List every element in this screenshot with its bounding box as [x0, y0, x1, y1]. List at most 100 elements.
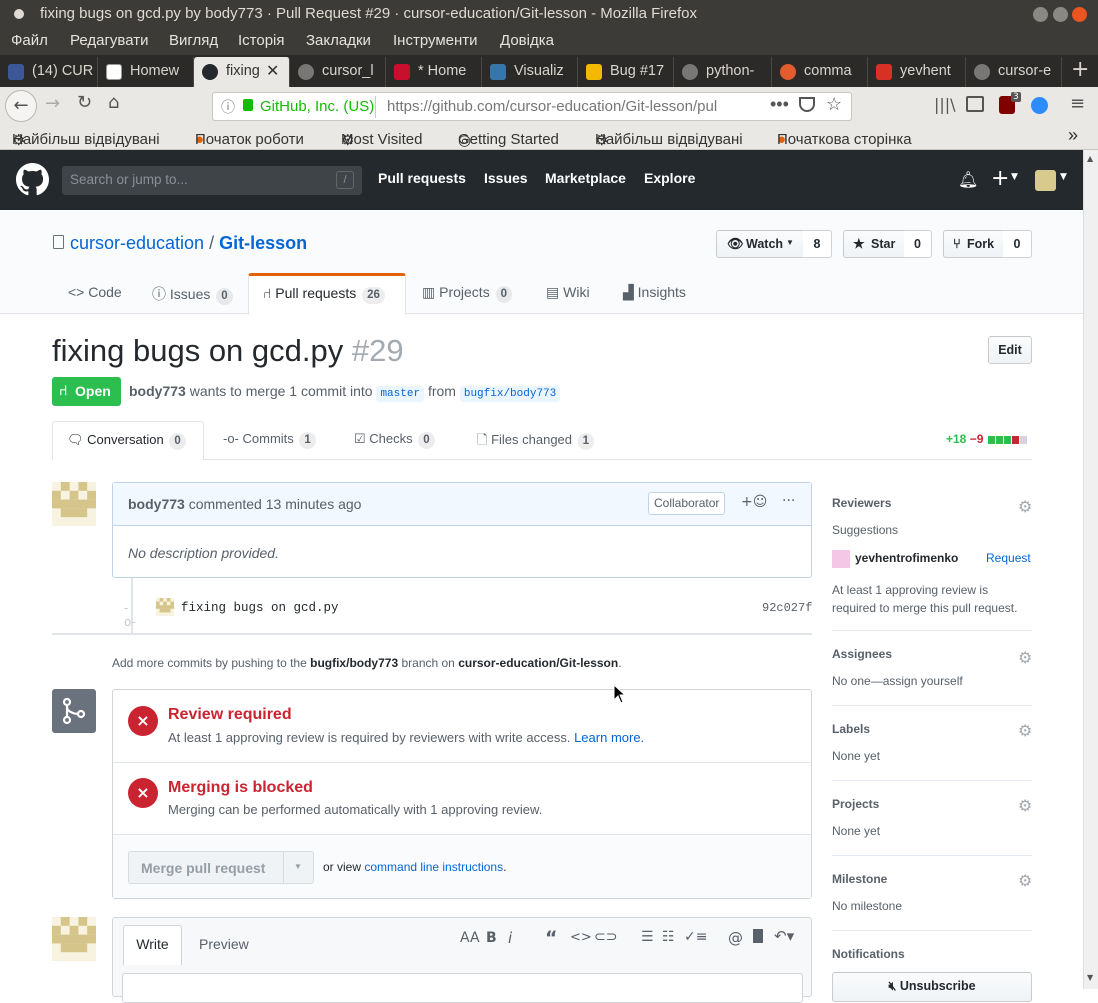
star-button[interactable]: ★ Star — [843, 230, 905, 258]
request-review-link[interactable]: Request — [986, 551, 1031, 565]
quote-icon[interactable]: “ — [545, 927, 558, 949]
learn-more-link[interactable]: Learn more. — [574, 730, 644, 745]
tab-issues[interactable]: ⓘ Issues 0 — [152, 284, 233, 305]
gear-icon[interactable]: ⚙ — [1018, 648, 1032, 667]
info-icon[interactable]: ⓘ — [221, 97, 235, 117]
author-avatar[interactable] — [52, 482, 96, 526]
nav-pull-requests[interactable]: Pull requests — [378, 170, 466, 186]
cli-instructions-link[interactable]: command line instructions — [364, 860, 503, 874]
suggested-reviewer[interactable]: yevhentrofimenko — [855, 551, 958, 565]
hamburger-menu-icon[interactable]: ≡ — [1070, 93, 1085, 114]
menu-tools[interactable]: Інструменти — [393, 32, 478, 49]
tab-insights[interactable]: ▟ Insights — [623, 284, 686, 301]
merge-pull-request-button[interactable]: Merge pull request ▼ — [128, 851, 314, 884]
tab-conversation[interactable]: 🗨︎ Conversation 0 — [52, 421, 204, 460]
commit-avatar[interactable] — [156, 598, 174, 616]
comment-time[interactable]: commented 13 minutes ago — [189, 496, 362, 512]
gear-icon[interactable]: ⚙ — [1018, 497, 1032, 516]
base-branch[interactable]: master — [376, 386, 425, 402]
menu-bookmarks[interactable]: Закладки — [306, 32, 371, 49]
browser-tab[interactable]: yevhent — [868, 57, 966, 87]
preview-tab[interactable]: Preview — [199, 936, 249, 952]
forward-icon[interactable]: → — [45, 93, 60, 114]
browser-tab[interactable]: Homew — [98, 57, 194, 87]
close-tab-icon[interactable]: ✕ — [266, 61, 279, 81]
notifications-bell-icon[interactable]: 🔔︎ — [958, 170, 978, 189]
menu-edit[interactable]: Редагувати — [70, 32, 149, 49]
tab-wiki[interactable]: ▤ Wiki — [546, 284, 590, 301]
more-options-icon[interactable]: ··· — [782, 493, 795, 509]
link-icon[interactable]: ⊂⊃ — [594, 929, 617, 945]
menu-help[interactable]: Довідка — [500, 32, 554, 49]
minimize-icon[interactable] — [1033, 7, 1048, 22]
zoom-icon[interactable] — [1031, 97, 1048, 114]
url-text[interactable]: https://github.com/cursor-education/Git-… — [387, 98, 737, 115]
create-new-icon[interactable]: + — [991, 166, 1009, 191]
github-logo-icon[interactable] — [16, 163, 49, 196]
maximize-icon[interactable] — [1053, 7, 1068, 22]
home-icon[interactable]: ⌂ — [108, 92, 119, 113]
code-icon[interactable]: <> — [570, 930, 592, 945]
browser-tab[interactable]: python- — [674, 57, 772, 87]
site-identity[interactable]: GitHub, Inc. (US) — [260, 98, 374, 115]
gear-icon[interactable]: ⚙ — [1018, 871, 1032, 890]
commit-sha-link[interactable]: 92c027f — [762, 601, 812, 615]
write-tab[interactable]: Write — [123, 925, 182, 965]
url-bar[interactable]: ⓘ GitHub, Inc. (US) https://github.com/c… — [212, 92, 852, 121]
repo-name-link[interactable]: Git-lesson — [219, 233, 307, 253]
text-size-icon[interactable]: AA — [460, 930, 480, 946]
nav-explore[interactable]: Explore — [644, 170, 695, 186]
sidebar-icon[interactable] — [966, 96, 984, 112]
scroll-down-icon[interactable]: ▼ — [1087, 973, 1093, 982]
comment-author-link[interactable]: body773 — [128, 496, 185, 512]
comment-textarea[interactable] — [122, 973, 803, 1003]
reply-icon[interactable]: ↶▾ — [774, 927, 794, 945]
browser-tab[interactable]: cursor_l — [290, 57, 386, 87]
chevron-down-icon[interactable]: ▼ — [294, 862, 302, 871]
back-icon[interactable]: ← — [5, 90, 37, 122]
pocket-icon[interactable] — [799, 97, 815, 112]
nav-issues[interactable]: Issues — [484, 170, 528, 186]
browser-tab-active[interactable]: fixing ✕ — [194, 57, 290, 87]
add-reaction-icon[interactable]: +☺ — [741, 494, 767, 510]
page-scrollbar[interactable]: ▲ ▼ — [1083, 150, 1098, 989]
browser-tab[interactable]: cursor-e — [966, 57, 1062, 87]
gear-icon[interactable]: ⚙ — [1018, 721, 1032, 740]
task-list-icon[interactable]: ✓≡ — [684, 929, 707, 945]
pr-author-link[interactable]: body773 — [129, 383, 186, 399]
fork-count[interactable]: 0 — [1003, 230, 1032, 258]
unsubscribe-button[interactable]: 🔇︎ Unsubscribe — [832, 972, 1032, 1002]
tab-commits[interactable]: -o- Commits 1 — [223, 431, 316, 449]
reviewer-avatar[interactable] — [832, 550, 850, 568]
nav-marketplace[interactable]: Marketplace — [545, 170, 626, 186]
bookmarks-overflow-icon[interactable]: » — [1068, 125, 1078, 146]
bookmark-star-icon[interactable]: ☆ — [826, 94, 842, 115]
reload-icon[interactable]: ↻ — [77, 92, 92, 113]
fork-button[interactable]: ⑂ Fork — [943, 230, 1004, 258]
current-user-avatar[interactable] — [52, 917, 96, 961]
tab-checks[interactable]: ☑ Checks 0 — [354, 431, 435, 449]
page-actions-icon[interactable]: ••• — [770, 94, 789, 115]
tab-files-changed[interactable]: 🗋︎ Files changed 1 — [477, 431, 595, 453]
ordered-list-icon[interactable]: ☷ — [662, 929, 675, 945]
star-count[interactable]: 0 — [904, 230, 932, 258]
new-tab-icon[interactable]: + — [1071, 57, 1089, 82]
browser-tab[interactable]: Bug #17 — [578, 57, 674, 87]
tab-code[interactable]: <> Code — [68, 284, 122, 300]
search-input[interactable]: Search or jump to... / — [62, 166, 362, 195]
watch-count[interactable]: 8 — [803, 230, 832, 258]
unordered-list-icon[interactable]: ☰ — [641, 929, 654, 945]
italic-icon[interactable]: i — [508, 929, 512, 947]
tab-pull-requests[interactable]: ⑁ Pull requests 26 — [248, 273, 406, 315]
edit-button[interactable]: Edit — [988, 336, 1032, 364]
menu-history[interactable]: Історія — [238, 32, 285, 49]
mention-icon[interactable]: @ — [728, 929, 743, 947]
browser-tab[interactable]: (14) CUR — [0, 57, 98, 87]
browser-tab[interactable]: Visualiz — [482, 57, 578, 87]
user-avatar[interactable] — [1035, 170, 1056, 191]
close-window-icon[interactable] — [1072, 7, 1087, 22]
scroll-up-icon[interactable]: ▲ — [1087, 154, 1093, 163]
tab-projects[interactable]: ▥ Projects 0 — [422, 284, 512, 303]
assign-yourself-link[interactable]: No one—assign yourself — [832, 674, 963, 688]
gear-icon[interactable]: ⚙ — [1018, 796, 1032, 815]
